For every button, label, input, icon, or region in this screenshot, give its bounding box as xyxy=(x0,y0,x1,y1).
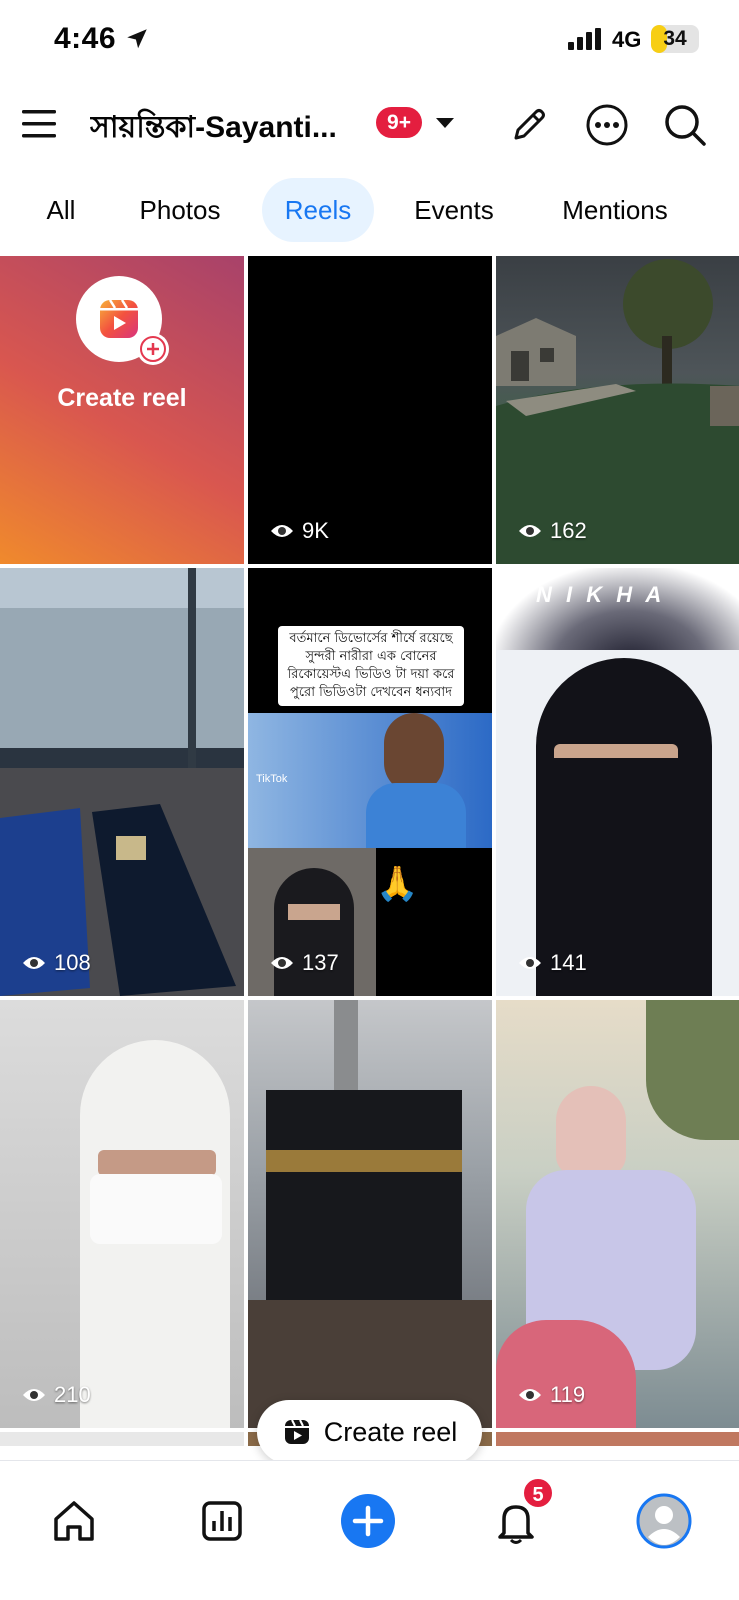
prayer-mats-image xyxy=(0,568,244,996)
reel-thumbnail[interactable]: 9K xyxy=(248,256,492,564)
reel-thumbnail[interactable]: 108 xyxy=(0,568,244,996)
home-icon[interactable] xyxy=(44,1491,104,1551)
reels-icon xyxy=(284,1419,309,1444)
hijab-figure xyxy=(556,1086,626,1176)
page-header: সায়ন্তিকা-Sayanti... 9+ xyxy=(0,90,739,160)
battery-level: 34 xyxy=(663,27,687,50)
filter-tabs: All Photos Reels Events Mentions xyxy=(0,178,739,242)
create-reel-button-label: Create reel xyxy=(323,1416,458,1447)
status-bar: 4:46 4G 34 xyxy=(0,0,739,80)
eye-icon xyxy=(271,957,293,969)
page-title[interactable]: সায়ন্তিকা-Sayanti... xyxy=(90,103,360,154)
chevron-down-icon[interactable] xyxy=(432,114,458,132)
view-count-text: 137 xyxy=(302,950,339,975)
insights-icon[interactable] xyxy=(192,1491,252,1551)
add-icon xyxy=(137,333,169,365)
bottom-navigation: 5 xyxy=(0,1460,739,1600)
view-count-text: 108 xyxy=(54,950,91,975)
view-count: 210 xyxy=(22,1382,91,1408)
tab-events[interactable]: Events xyxy=(396,178,512,242)
eye-icon xyxy=(23,957,45,969)
view-count-text: 210 xyxy=(54,1382,91,1407)
reels-grid: Create reel 9K 162 108 বর্তমানে ডিভোর্সে… xyxy=(0,256,739,1446)
view-count: 162 xyxy=(518,518,587,544)
tiktok-watermark: TikTok xyxy=(256,773,288,785)
more-icon[interactable] xyxy=(584,102,630,148)
reel-thumbnail[interactable] xyxy=(0,1432,244,1446)
view-count: 137 xyxy=(270,950,339,976)
view-count-text: 9K xyxy=(302,518,329,543)
search-icon[interactable] xyxy=(662,102,708,148)
edit-icon[interactable] xyxy=(508,104,550,146)
reel-thumbnail[interactable]: বর্তমানে ডিভোর্সের শীর্ষে রয়েছে সুন্দরী… xyxy=(248,568,492,996)
eye-icon xyxy=(23,1389,45,1401)
niqab-figure xyxy=(536,658,712,996)
view-count-text: 119 xyxy=(550,1382,586,1407)
kaaba-image xyxy=(266,1090,462,1310)
menu-icon[interactable] xyxy=(20,104,60,144)
reel-thumbnail[interactable] xyxy=(248,1000,492,1428)
eye-icon xyxy=(519,1389,541,1401)
reel-thumbnail[interactable]: N I K H A 141 xyxy=(496,568,739,996)
profile-avatar-icon[interactable] xyxy=(634,1491,694,1551)
reel-thumbnail[interactable]: 119 xyxy=(496,1000,739,1428)
eye-icon xyxy=(519,957,541,969)
header-banner xyxy=(496,568,739,650)
overlay-text: N I K H A xyxy=(536,582,666,607)
eye-icon xyxy=(519,525,541,537)
network-type: 4G xyxy=(612,27,642,52)
battery-indicator: 34 xyxy=(651,25,699,53)
reel-thumbnail[interactable]: 210 xyxy=(0,1000,244,1428)
notification-count-badge: 5 xyxy=(522,1477,554,1509)
pray-emoji: 🙏 xyxy=(376,865,419,903)
eye-icon xyxy=(271,525,293,537)
view-count-text: 141 xyxy=(550,950,587,975)
view-count: 108 xyxy=(22,950,91,976)
view-count: 119 xyxy=(518,1382,585,1408)
create-reel-button[interactable]: Create reel xyxy=(257,1400,482,1464)
status-time: 4:46 xyxy=(54,22,117,55)
tab-photos[interactable]: Photos xyxy=(120,178,240,242)
view-count: 141 xyxy=(518,950,587,976)
location-arrow-icon xyxy=(127,29,147,49)
reel-caption: বর্তমানে ডিভোর্সের শীর্ষে রয়েছে সুন্দরী… xyxy=(278,626,464,706)
signal-icon xyxy=(568,28,601,50)
create-reel-label: Create reel xyxy=(57,384,187,412)
create-reel-tile[interactable]: Create reel xyxy=(0,256,244,564)
tab-mentions[interactable]: Mentions xyxy=(540,178,690,242)
tab-reels[interactable]: Reels xyxy=(262,178,374,242)
reel-thumbnail[interactable]: 162 xyxy=(496,256,739,564)
notification-badge: 9+ xyxy=(376,107,422,138)
tab-all[interactable]: All xyxy=(24,178,98,242)
view-count-text: 162 xyxy=(550,518,587,543)
video-frame: TikTok xyxy=(248,713,492,848)
create-icon[interactable] xyxy=(338,1491,398,1551)
view-count: 9K xyxy=(270,518,329,544)
reel-thumbnail[interactable] xyxy=(496,1432,739,1446)
